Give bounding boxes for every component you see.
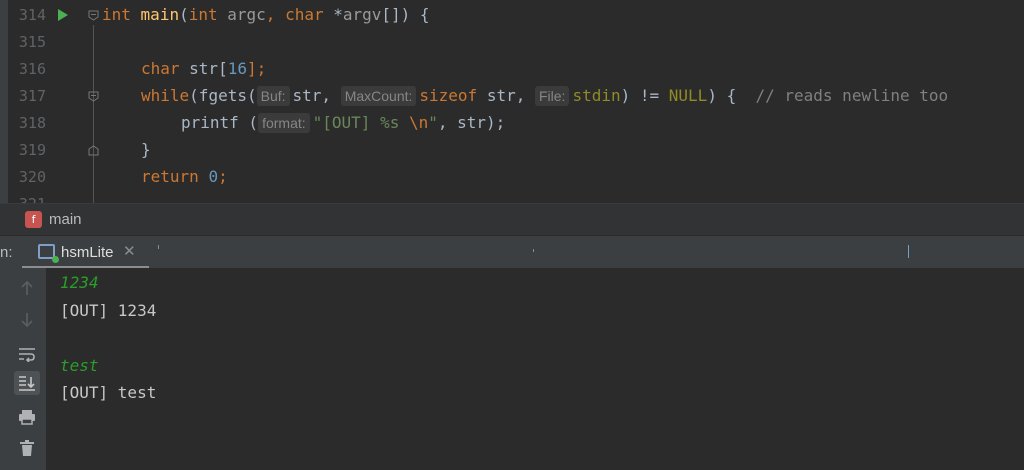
code-text: return 0; xyxy=(141,167,228,186)
console-run-icon xyxy=(38,244,59,263)
tab-hsmlite[interactable]: hsmLite ✕ xyxy=(30,236,150,269)
code-line-315[interactable]: 315 xyxy=(0,29,1024,56)
run-window-title: n: xyxy=(0,244,13,261)
line-number: 319 xyxy=(18,141,46,159)
code-line-320[interactable]: 320 return 0; xyxy=(0,164,1024,191)
breadcrumb[interactable]: f main xyxy=(0,203,1024,235)
code-text: int main(int argc, char *argv[]) { xyxy=(102,5,430,24)
code-text: while(fgets(Buf: str, MaxCount: sizeof str… xyxy=(141,86,949,106)
line-number: 318 xyxy=(18,114,46,132)
code-line-314[interactable]: 314 int main(int argc, char *argv[]) { xyxy=(0,2,1024,29)
code-line-316[interactable]: 316 char str[16]; xyxy=(0,56,1024,83)
code-editor[interactable]: 314 int main(int argc, char *argv[]) { 3… xyxy=(0,0,1024,203)
function-icon: f xyxy=(25,211,42,228)
console-input-line: 1234 xyxy=(60,273,99,292)
print-icon[interactable] xyxy=(14,405,40,429)
soft-wrap-icon[interactable] xyxy=(14,342,40,366)
close-icon[interactable]: ✕ xyxy=(123,242,136,260)
code-line-319[interactable]: 319 } xyxy=(0,137,1024,164)
code-line-317[interactable]: 317 while(fgets(Buf: str, MaxCount: sizeof… xyxy=(0,83,1024,110)
up-arrow-icon[interactable] xyxy=(14,276,40,300)
scroll-to-end-icon[interactable] xyxy=(14,371,40,395)
console-input-line: test xyxy=(60,356,99,375)
separator-mark xyxy=(908,245,909,258)
param-hint-buf: Buf: xyxy=(256,86,290,106)
console-output-line: [OUT] 1234 xyxy=(60,301,157,320)
fold-icon[interactable] xyxy=(88,10,99,21)
line-number: 320 xyxy=(18,168,46,186)
param-hint-format: format: xyxy=(258,113,310,133)
run-tool-header: n: hsmLite ✕ xyxy=(0,235,1024,269)
console-toolbar xyxy=(0,268,46,470)
separator-mark xyxy=(533,249,534,252)
run-gutter-icon[interactable] xyxy=(58,9,68,21)
line-number: 314 xyxy=(18,6,46,24)
tab-label: hsmLite xyxy=(61,244,114,261)
code-text: char str[16]; xyxy=(141,59,267,78)
fold-end-icon[interactable] xyxy=(88,145,99,156)
code-line-318[interactable]: 318 printf (format: "[OUT] %s \n", str); xyxy=(0,110,1024,137)
fold-icon[interactable] xyxy=(88,91,99,102)
code-text: printf (format: "[OUT] %s \n", str); xyxy=(181,113,506,133)
trash-icon[interactable] xyxy=(14,436,40,460)
code-line-321[interactable]: 321 xyxy=(0,191,1024,203)
console-output[interactable]: 1234 [OUT] 1234 test [OUT] test xyxy=(46,268,1024,470)
console-output-line: [OUT] test xyxy=(60,383,157,402)
param-hint-file: File: xyxy=(534,86,570,106)
line-number: 315 xyxy=(18,33,46,51)
down-arrow-icon[interactable] xyxy=(14,308,40,332)
separator-mark xyxy=(158,245,159,249)
line-number: 317 xyxy=(18,87,46,105)
code-text: } xyxy=(141,140,151,159)
breadcrumb-function-main[interactable]: main xyxy=(49,211,82,228)
line-number: 316 xyxy=(18,60,46,78)
param-hint-maxcount: MaxCount: xyxy=(340,86,417,106)
line-number: 321 xyxy=(12,195,46,203)
